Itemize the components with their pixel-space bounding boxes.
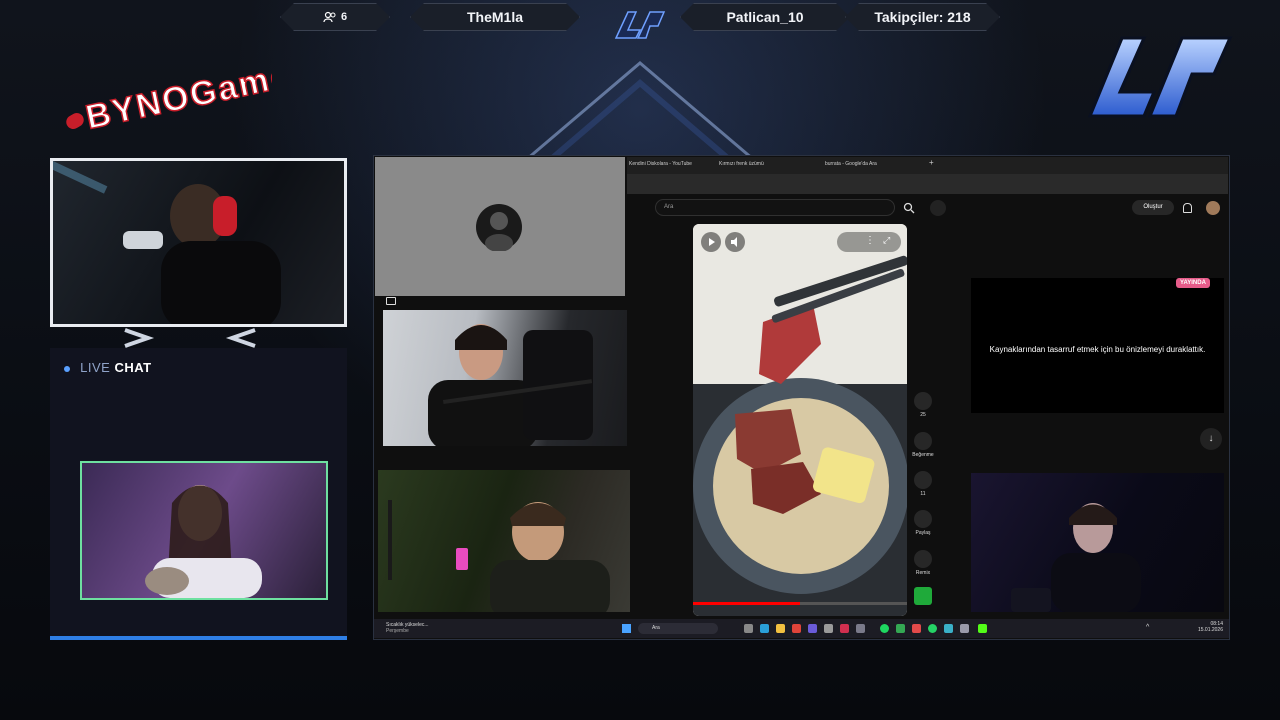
search-icon[interactable] (903, 202, 915, 214)
bynogame-logo: BYNOGame (66, 56, 272, 138)
live-dot-icon (64, 365, 70, 372)
app-icon-1[interactable] (824, 624, 833, 633)
start-button[interactable] (622, 624, 631, 633)
app-icon-3[interactable] (856, 624, 865, 633)
paused-preview-message: Kaynaklarından tasarruf etmek için bu ön… (989, 345, 1206, 354)
guest2-silhouette (428, 324, 593, 450)
live-chat-title: LIVE CHAT (64, 360, 152, 375)
share-label: Paylaş (915, 530, 931, 536)
like-icon (914, 392, 932, 410)
tab-youtube[interactable]: Kendini Diskolara - YouTube (629, 161, 692, 167)
taskbar-search[interactable]: Ara (638, 623, 718, 634)
live-badge: YAYINDA (1176, 278, 1210, 288)
play-button[interactable] (701, 232, 721, 252)
center-logo-icon (614, 11, 666, 39)
progress-bar[interactable] (693, 602, 907, 605)
streamer-silhouette (53, 161, 281, 324)
arrow-down-icon: ↓ (1208, 433, 1214, 444)
taskview-icon[interactable] (744, 624, 753, 633)
taskbar-search-label: Ara (652, 625, 660, 631)
right-streamer-name: Patlican_10 (726, 9, 804, 25)
create-label: Oluştur (1143, 204, 1163, 210)
youtube-search-input[interactable]: Ara (655, 199, 895, 216)
remix-icon (914, 550, 932, 568)
discord-icon[interactable] (808, 624, 817, 633)
clock-date: 15.01.2026 (1197, 627, 1223, 633)
share-icon (914, 510, 932, 528)
dislike-icon (914, 432, 932, 450)
next-video-button[interactable]: ↓ (1200, 428, 1222, 450)
live-word: LIVE (80, 360, 111, 375)
drive-icon[interactable] (896, 624, 905, 633)
tab-burrata[interactable]: burrata - Google'da Ara (825, 161, 877, 167)
create-button[interactable]: Oluştur (1132, 200, 1174, 215)
discord-user-tile (375, 157, 625, 296)
browser-tab-strip: Kendini Diskolara - YouTube Kırmızı fren… (627, 157, 1228, 174)
mute-button[interactable] (725, 232, 745, 252)
stream-icon (386, 297, 396, 305)
guest-silhouette (145, 485, 262, 598)
chrome-icon[interactable] (792, 624, 801, 633)
guest-webcam-3 (378, 470, 630, 620)
svg-text:BYNOGame: BYNOGame (82, 56, 272, 137)
tray-chevron-icon[interactable]: ^ (1146, 624, 1149, 631)
chevron-decor-left (124, 328, 256, 348)
like-count: 25 (920, 412, 926, 418)
cooking-video-frame (693, 224, 907, 616)
streamer-webcam (50, 158, 347, 327)
play-icon (709, 238, 715, 246)
channel-thumbnail[interactable] (914, 587, 932, 605)
corner-logo-icon (1087, 36, 1233, 118)
chat-word: CHAT (114, 360, 152, 375)
whatsapp-icon[interactable] (928, 624, 937, 633)
explorer-icon[interactable] (776, 624, 785, 633)
like-button[interactable]: 25 (910, 392, 936, 418)
dislike-label: Beğenme (912, 452, 934, 458)
browser-address-bar[interactable] (627, 174, 1228, 194)
notifications-icon[interactable] (1183, 203, 1192, 213)
clock[interactable]: 08:14 15.01.2026 (1198, 621, 1223, 633)
comment-count: 11 (920, 491, 926, 497)
app-icon-7[interactable] (978, 624, 987, 633)
followers-segment: Takipçiler: 218 (845, 3, 1000, 31)
guest3-silhouette (388, 500, 610, 620)
guest4-silhouette (1011, 503, 1141, 613)
mic-icon[interactable] (930, 200, 946, 216)
app-icon-6[interactable] (960, 624, 969, 633)
weather-subtitle: Perşembe (386, 628, 409, 634)
remix-button[interactable]: Remix (910, 550, 936, 576)
left-streamer-name: TheM1la (466, 9, 523, 25)
guest-webcam-2 (383, 310, 627, 450)
weather-widget[interactable]: Sıcaklık yükselec... Perşembe (386, 622, 429, 634)
volume-icon (731, 237, 737, 247)
account-avatar[interactable] (1206, 201, 1220, 215)
share-button[interactable]: Paylaş (910, 510, 936, 536)
more-options-icon[interactable]: ⋮ (865, 235, 875, 246)
player-controls-pill[interactable]: ⋮ ⤢ (837, 232, 901, 252)
dislike-button[interactable]: Beğenme (910, 432, 936, 458)
new-tab-button[interactable]: + (929, 158, 934, 167)
app-icon-4[interactable] (912, 624, 921, 633)
right-name-segment: Patlican_10 (680, 3, 850, 31)
windows-taskbar: Sıcaklık yükselec... Perşembe Ara ^ 08:1… (374, 619, 1229, 638)
progress-fill (693, 602, 800, 605)
viewers-segment: 6 (280, 3, 390, 31)
spotify-icon[interactable] (880, 624, 889, 633)
comment-button[interactable]: 11 (910, 471, 936, 497)
remix-label: Remix (915, 570, 931, 576)
followers-count: Takipçiler: 218 (874, 9, 971, 25)
left-name-segment: TheM1la (410, 3, 580, 31)
guest-webcam-girl (80, 461, 328, 600)
comment-icon (914, 471, 932, 489)
guest-webcam-4 (971, 473, 1224, 613)
shorts-video-player[interactable]: ⋮ ⤢ (693, 224, 907, 616)
tab-frenk[interactable]: Kırmızı frenk üzümü (719, 161, 764, 167)
viewers-icon (323, 11, 337, 23)
user-avatar (476, 204, 522, 251)
viewers-count: 6 (340, 11, 348, 23)
edge-icon[interactable] (760, 624, 769, 633)
fullscreen-icon[interactable]: ⤢ (883, 235, 890, 246)
app-icon-2[interactable] (840, 624, 849, 633)
app-icon-5[interactable] (944, 624, 953, 633)
